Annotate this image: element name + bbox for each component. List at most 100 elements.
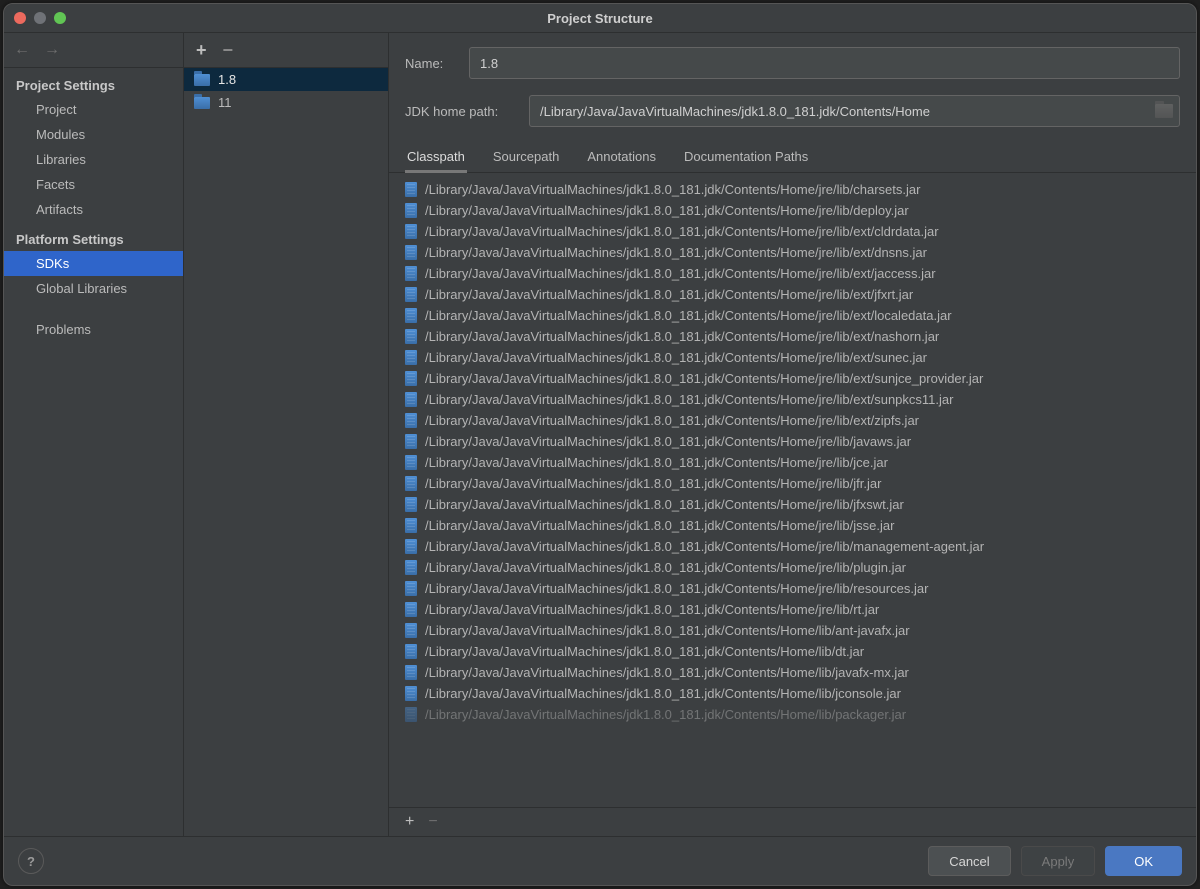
settings-sidebar: ← → Project SettingsProjectModulesLibrar… — [4, 33, 184, 836]
name-row: Name: 1.8 — [405, 47, 1180, 79]
jar-icon — [405, 581, 417, 596]
classpath-item-path: /Library/Java/JavaVirtualMachines/jdk1.8… — [425, 287, 913, 302]
jar-icon — [405, 287, 417, 302]
classpath-item-path: /Library/Java/JavaVirtualMachines/jdk1.8… — [425, 329, 939, 344]
classpath-item-path: /Library/Java/JavaVirtualMachines/jdk1.8… — [425, 644, 864, 659]
window-title: Project Structure — [547, 11, 652, 26]
classpath-item[interactable]: /Library/Java/JavaVirtualMachines/jdk1.8… — [389, 368, 1196, 389]
classpath-item-path: /Library/Java/JavaVirtualMachines/jdk1.8… — [425, 224, 939, 239]
zoom-icon[interactable] — [54, 12, 66, 24]
classpath-item[interactable]: /Library/Java/JavaVirtualMachines/jdk1.8… — [389, 536, 1196, 557]
name-label: Name: — [405, 56, 455, 71]
sdk-column: + − 1.811 — [184, 33, 389, 836]
folder-icon — [194, 74, 210, 86]
classpath-item[interactable]: /Library/Java/JavaVirtualMachines/jdk1.8… — [389, 494, 1196, 515]
jar-icon — [405, 245, 417, 260]
classpath-item[interactable]: /Library/Java/JavaVirtualMachines/jdk1.8… — [389, 410, 1196, 431]
apply-button[interactable]: Apply — [1021, 846, 1096, 876]
jar-icon — [405, 224, 417, 239]
tab-sourcepath[interactable]: Sourcepath — [491, 143, 562, 172]
classpath-item[interactable]: /Library/Java/JavaVirtualMachines/jdk1.8… — [389, 242, 1196, 263]
classpath-item[interactable]: /Library/Java/JavaVirtualMachines/jdk1.8… — [389, 662, 1196, 683]
tab-classpath[interactable]: Classpath — [405, 143, 467, 172]
classpath-item[interactable]: /Library/Java/JavaVirtualMachines/jdk1.8… — [389, 515, 1196, 536]
classpath-item[interactable]: /Library/Java/JavaVirtualMachines/jdk1.8… — [389, 200, 1196, 221]
classpath-item[interactable]: /Library/Java/JavaVirtualMachines/jdk1.8… — [389, 305, 1196, 326]
classpath-item-path: /Library/Java/JavaVirtualMachines/jdk1.8… — [425, 518, 894, 533]
classpath-remove-button[interactable]: − — [428, 813, 437, 831]
classpath-item[interactable]: /Library/Java/JavaVirtualMachines/jdk1.8… — [389, 557, 1196, 578]
classpath-item[interactable]: /Library/Java/JavaVirtualMachines/jdk1.8… — [389, 263, 1196, 284]
classpath-item[interactable]: /Library/Java/JavaVirtualMachines/jdk1.8… — [389, 473, 1196, 494]
jar-icon — [405, 476, 417, 491]
sidebar-item-libraries[interactable]: Libraries — [4, 147, 183, 172]
help-button[interactable]: ? — [18, 848, 44, 874]
classpath-add-button[interactable]: + — [405, 813, 414, 831]
jar-icon — [405, 644, 417, 659]
classpath-item[interactable]: /Library/Java/JavaVirtualMachines/jdk1.8… — [389, 431, 1196, 452]
classpath-item[interactable]: /Library/Java/JavaVirtualMachines/jdk1.8… — [389, 599, 1196, 620]
classpath-item[interactable]: /Library/Java/JavaVirtualMachines/jdk1.8… — [389, 179, 1196, 200]
sdk-item[interactable]: 1.8 — [184, 68, 388, 91]
home-path-value: /Library/Java/JavaVirtualMachines/jdk1.8… — [540, 104, 1155, 119]
classpath-item[interactable]: /Library/Java/JavaVirtualMachines/jdk1.8… — [389, 620, 1196, 641]
classpath-list[interactable]: /Library/Java/JavaVirtualMachines/jdk1.8… — [389, 173, 1196, 807]
classpath-item[interactable]: /Library/Java/JavaVirtualMachines/jdk1.8… — [389, 389, 1196, 410]
classpath-item-path: /Library/Java/JavaVirtualMachines/jdk1.8… — [425, 476, 881, 491]
classpath-item-path: /Library/Java/JavaVirtualMachines/jdk1.8… — [425, 182, 920, 197]
home-path-input[interactable]: /Library/Java/JavaVirtualMachines/jdk1.8… — [529, 95, 1180, 127]
jar-icon — [405, 455, 417, 470]
classpath-item[interactable]: /Library/Java/JavaVirtualMachines/jdk1.8… — [389, 326, 1196, 347]
classpath-item[interactable]: /Library/Java/JavaVirtualMachines/jdk1.8… — [389, 284, 1196, 305]
sidebar-item-project[interactable]: Project — [4, 97, 183, 122]
jar-icon — [405, 518, 417, 533]
classpath-item[interactable]: /Library/Java/JavaVirtualMachines/jdk1.8… — [389, 683, 1196, 704]
tab-annotations[interactable]: Annotations — [585, 143, 658, 172]
sidebar-item-problems[interactable]: Problems — [4, 317, 183, 342]
sidebar-item-artifacts[interactable]: Artifacts — [4, 197, 183, 222]
ok-button[interactable]: OK — [1105, 846, 1182, 876]
titlebar: Project Structure — [4, 4, 1196, 33]
jar-icon — [405, 707, 417, 722]
cancel-button[interactable]: Cancel — [928, 846, 1010, 876]
name-input-value: 1.8 — [480, 56, 498, 71]
name-input[interactable]: 1.8 — [469, 47, 1180, 79]
classpath-item-path: /Library/Java/JavaVirtualMachines/jdk1.8… — [425, 455, 888, 470]
add-sdk-button[interactable]: + — [196, 40, 207, 61]
classpath-item[interactable]: /Library/Java/JavaVirtualMachines/jdk1.8… — [389, 578, 1196, 599]
sdk-list[interactable]: 1.811 — [184, 68, 388, 836]
folder-icon[interactable] — [1155, 104, 1173, 118]
classpath-item-path: /Library/Java/JavaVirtualMachines/jdk1.8… — [425, 623, 910, 638]
home-path-row: JDK home path: /Library/Java/JavaVirtual… — [405, 95, 1180, 127]
sidebar-item-modules[interactable]: Modules — [4, 122, 183, 147]
jar-icon — [405, 539, 417, 554]
nav-back-icon[interactable]: ← — [14, 41, 30, 59]
traffic-lights — [14, 12, 66, 24]
jar-icon — [405, 329, 417, 344]
classpath-item-path: /Library/Java/JavaVirtualMachines/jdk1.8… — [425, 350, 927, 365]
sdk-item[interactable]: 11 — [184, 91, 388, 114]
jar-icon — [405, 371, 417, 386]
classpath-item-path: /Library/Java/JavaVirtualMachines/jdk1.8… — [425, 392, 953, 407]
remove-sdk-button[interactable]: − — [223, 40, 234, 61]
sdk-tabs: Classpath Sourcepath Annotations Documentat… — [389, 143, 1196, 173]
sidebar-item-facets[interactable]: Facets — [4, 172, 183, 197]
jar-icon — [405, 266, 417, 281]
classpath-item-path: /Library/Java/JavaVirtualMachines/jdk1.8… — [425, 266, 936, 281]
classpath-item[interactable]: /Library/Java/JavaVirtualMachines/jdk1.8… — [389, 641, 1196, 662]
sdk-detail: Name: 1.8 JDK home path: /Library/Java/J… — [389, 33, 1196, 836]
minimize-icon[interactable] — [34, 12, 46, 24]
sdk-detail-form: Name: 1.8 JDK home path: /Library/Java/J… — [389, 33, 1196, 143]
tab-documentation-paths[interactable]: Documentation Paths — [682, 143, 810, 172]
jar-icon — [405, 434, 417, 449]
classpath-item-path: /Library/Java/JavaVirtualMachines/jdk1.8… — [425, 371, 983, 386]
sidebar-item-global-libraries[interactable]: Global Libraries — [4, 276, 183, 301]
classpath-item[interactable]: /Library/Java/JavaVirtualMachines/jdk1.8… — [389, 452, 1196, 473]
sdk-item-label: 11 — [218, 95, 232, 110]
sidebar-item-sdks[interactable]: SDKs — [4, 251, 183, 276]
classpath-item[interactable]: /Library/Java/JavaVirtualMachines/jdk1.8… — [389, 221, 1196, 242]
close-icon[interactable] — [14, 12, 26, 24]
classpath-item[interactable]: /Library/Java/JavaVirtualMachines/jdk1.8… — [389, 347, 1196, 368]
classpath-item[interactable]: /Library/Java/JavaVirtualMachines/jdk1.8… — [389, 704, 1196, 725]
nav-forward-icon[interactable]: → — [44, 41, 60, 59]
